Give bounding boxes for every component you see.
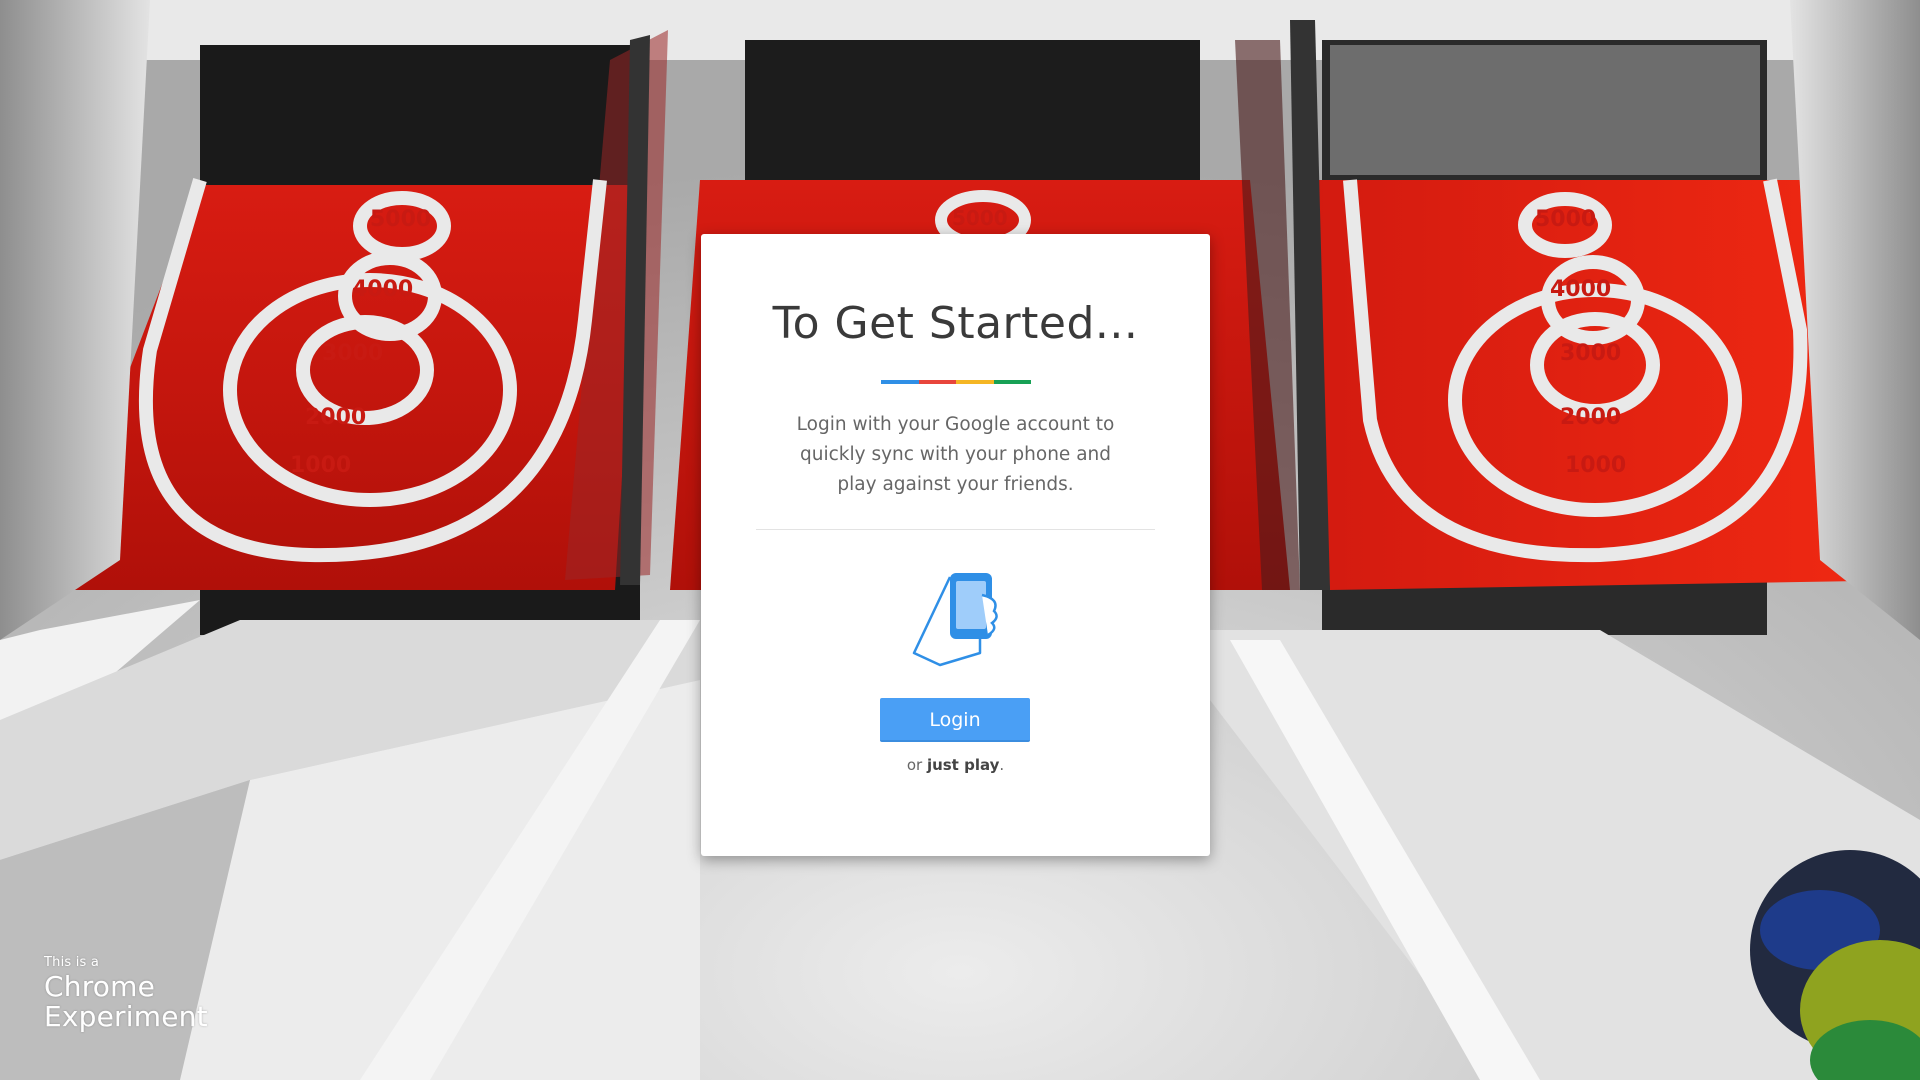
color-bar-red (918, 380, 956, 384)
svg-text:2000: 2000 (1560, 405, 1621, 430)
login-modal: To Get Started... Login with your Google… (701, 234, 1210, 856)
svg-text:5000: 5000 (952, 206, 1008, 230)
divider (756, 529, 1155, 530)
svg-text:5000: 5000 (1535, 207, 1596, 232)
color-bar-yellow (956, 380, 994, 384)
hand-phone-icon (912, 573, 998, 667)
color-bar-green (993, 380, 1031, 384)
badge-experiment-text: Experiment (44, 1000, 208, 1033)
svg-text:5000: 5000 (370, 207, 431, 232)
svg-text:3000: 3000 (1560, 341, 1621, 366)
alt-play-text: or just play. (701, 756, 1210, 774)
chrome-experiment-badge[interactable]: This is a Chrome Experiment (44, 955, 208, 1032)
svg-text:4000: 4000 (352, 277, 413, 302)
badge-chrome-text: Chrome (44, 970, 156, 1003)
svg-text:1000: 1000 (1565, 453, 1626, 478)
svg-text:1000: 1000 (290, 453, 351, 478)
svg-text:2000: 2000 (305, 405, 366, 430)
modal-description: Login with your Google account to quickl… (796, 414, 1115, 495)
svg-text:3000: 3000 (322, 341, 383, 366)
login-button[interactable]: Login (880, 698, 1030, 742)
modal-title: To Get Started... (772, 298, 1139, 349)
badge-small-text: This is a (44, 955, 99, 970)
alt-prefix: or (906, 756, 927, 774)
just-play-link[interactable]: just play (927, 756, 999, 774)
alt-suffix: . (999, 756, 1005, 774)
svg-text:4000: 4000 (1550, 277, 1611, 302)
google-color-bar (881, 380, 1031, 384)
color-bar-blue (881, 380, 919, 384)
